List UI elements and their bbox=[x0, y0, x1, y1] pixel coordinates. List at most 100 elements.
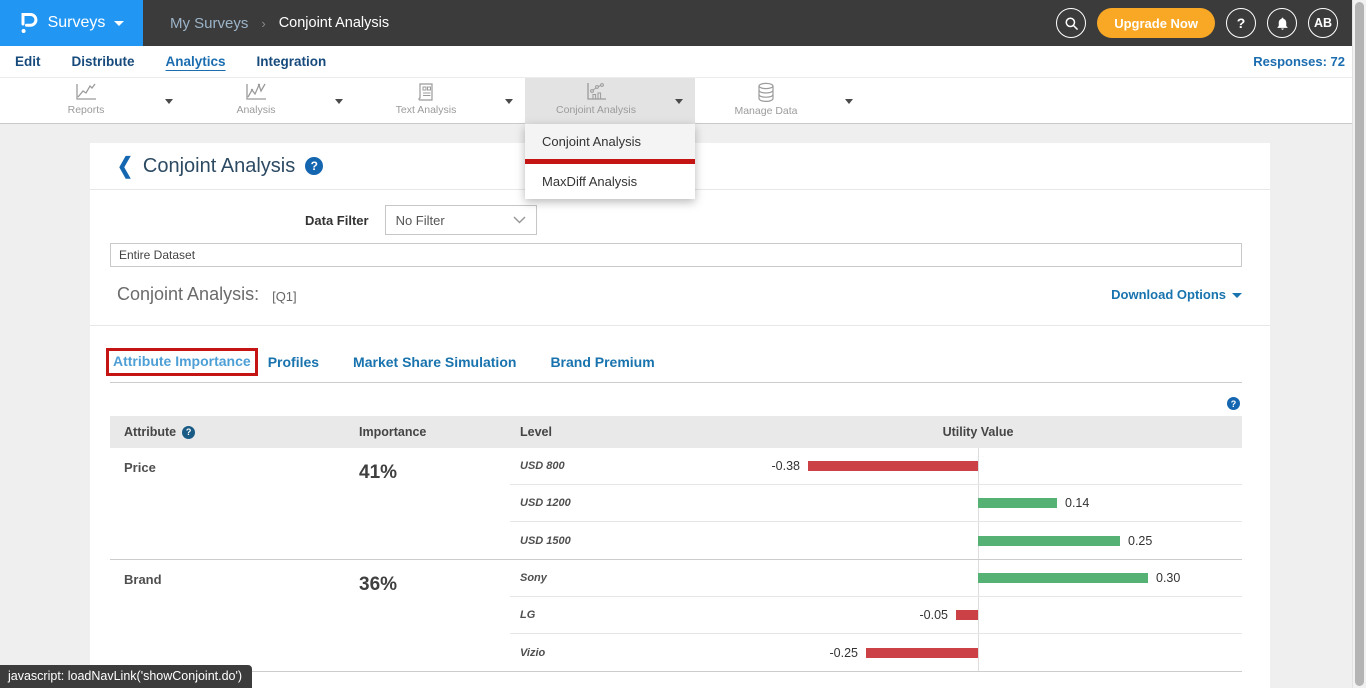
utility-bar-area: -0.38 bbox=[745, 448, 1242, 484]
utility-bar bbox=[978, 536, 1120, 546]
zero-axis-line bbox=[978, 634, 979, 671]
utility-bar-area: 0.14 bbox=[745, 485, 1242, 521]
filter-row: Data Filter No Filter bbox=[90, 205, 1270, 235]
search-button[interactable] bbox=[1056, 8, 1086, 38]
subnav-item-analytics[interactable]: Analytics bbox=[166, 54, 226, 69]
level-row-lg: LG -0.05 bbox=[510, 597, 1242, 634]
table-header: Attribute ? Importance Level Utility Val… bbox=[110, 416, 1242, 448]
tab-profiles[interactable]: Profiles bbox=[268, 354, 319, 382]
level-name: LG bbox=[510, 609, 745, 621]
caret-down-icon[interactable] bbox=[675, 99, 683, 104]
data-filter-select[interactable]: No Filter bbox=[385, 205, 537, 235]
subnav-item-integration[interactable]: Integration bbox=[257, 54, 327, 69]
utility-bar bbox=[978, 573, 1148, 583]
level-name: USD 1500 bbox=[510, 535, 745, 547]
text-analysis-icon bbox=[416, 82, 436, 102]
utility-value-label: 0.25 bbox=[1128, 534, 1152, 548]
header-utility-value: Utility Value bbox=[745, 416, 1242, 448]
toolbar-button-analysis[interactable]: Analysis bbox=[185, 78, 355, 124]
back-chevron-icon[interactable]: ❮ bbox=[117, 153, 133, 179]
importance-value: 41% bbox=[345, 448, 510, 559]
question-code: [Q1] bbox=[272, 289, 297, 304]
header-attribute: Attribute ? bbox=[110, 425, 345, 439]
section-heading-row: Conjoint Analysis: [Q1] Download Options bbox=[117, 284, 1242, 305]
section-title: Conjoint Analysis: bbox=[117, 284, 259, 305]
utility-bar bbox=[808, 461, 978, 471]
table-body: Price41%USD 800-0.38USD 12000.14USD 1500… bbox=[110, 448, 1242, 672]
vertical-scrollbar[interactable] bbox=[1352, 0, 1366, 688]
utility-bar bbox=[956, 610, 978, 620]
avatar[interactable]: AB bbox=[1308, 8, 1338, 38]
level-name: Sony bbox=[510, 572, 745, 584]
level-row-usd-1200: USD 1200 0.14 bbox=[510, 485, 1242, 522]
utility-value-label: -0.05 bbox=[920, 608, 949, 622]
importance-value: 36% bbox=[345, 560, 510, 671]
tab-market-share-simulation[interactable]: Market Share Simulation bbox=[353, 354, 516, 382]
breadcrumb-my-surveys[interactable]: My Surveys bbox=[170, 15, 248, 32]
table-group-brand: Brand36%Sony 0.30 LG -0.05 Vizio -0.25 bbox=[110, 560, 1242, 672]
chevron-down-icon bbox=[513, 216, 526, 224]
level-name: Vizio bbox=[510, 647, 745, 659]
subnav-items: Edit Distribute Analytics Integration bbox=[15, 54, 357, 69]
product-switcher[interactable]: Surveys bbox=[0, 0, 143, 46]
topbar: Surveys My Surveys › Conjoint Analysis U… bbox=[0, 0, 1366, 46]
levels-column: Sony 0.30 LG -0.05 Vizio -0.25 bbox=[510, 560, 1242, 671]
page-background: ❮ Conjoint Analysis ? Data Filter No Fil… bbox=[0, 143, 1366, 688]
subnav-item-edit[interactable]: Edit bbox=[15, 54, 41, 69]
conjoint-dropdown-menu: Conjoint Analysis MaxDiff Analysis bbox=[525, 124, 695, 199]
level-name: USD 800 bbox=[510, 460, 745, 472]
tab-attribute-importance[interactable]: Attribute Importance bbox=[113, 353, 251, 369]
caret-down-icon[interactable] bbox=[845, 99, 853, 104]
dataset-input[interactable] bbox=[110, 243, 1242, 267]
utility-bar-area: 0.30 bbox=[745, 560, 1242, 596]
analysis-chart-icon bbox=[244, 82, 268, 102]
zero-axis-line bbox=[978, 597, 979, 633]
attribute-importance-table: Attribute ? Importance Level Utility Val… bbox=[110, 416, 1242, 672]
caret-down-icon[interactable] bbox=[165, 99, 173, 104]
title-help-icon[interactable]: ? bbox=[305, 157, 323, 175]
attribute-name: Brand bbox=[110, 560, 345, 671]
header-level: Level bbox=[510, 425, 745, 439]
caret-down-icon[interactable] bbox=[505, 99, 513, 104]
brand-label: Surveys bbox=[48, 14, 106, 32]
tabs-row: Attribute Importance Profiles Market Share… bbox=[110, 326, 1242, 383]
toolbar-button-text-analysis[interactable]: Text Analysis bbox=[355, 78, 525, 124]
responses-count[interactable]: Responses: 72 bbox=[1253, 54, 1345, 69]
menu-item-conjoint-analysis[interactable]: Conjoint Analysis bbox=[525, 124, 695, 159]
download-options-button[interactable]: Download Options bbox=[1111, 287, 1242, 302]
tab-brand-premium[interactable]: Brand Premium bbox=[550, 354, 654, 382]
level-row-sony: Sony 0.30 bbox=[510, 560, 1242, 597]
notifications-button[interactable] bbox=[1267, 8, 1297, 38]
toolbar-button-reports[interactable]: Reports bbox=[15, 78, 185, 124]
conjoint-chart-icon bbox=[584, 82, 608, 102]
utility-value-label: 0.30 bbox=[1156, 571, 1180, 585]
header-importance: Importance bbox=[345, 425, 510, 439]
content-card: ❮ Conjoint Analysis ? Data Filter No Fil… bbox=[90, 143, 1270, 688]
toolbar-button-manage-data[interactable]: Manage Data bbox=[695, 78, 865, 124]
breadcrumb-separator: › bbox=[261, 16, 265, 31]
attribute-help-icon[interactable]: ? bbox=[182, 426, 195, 439]
page-title: Conjoint Analysis bbox=[143, 155, 295, 178]
help-button[interactable]: ? bbox=[1226, 8, 1256, 38]
utility-value-label: 0.14 bbox=[1065, 496, 1089, 510]
analytics-toolbar: ReportsAnalysisText AnalysisConjoint Ana… bbox=[0, 78, 1366, 124]
menu-item-maxdiff-analysis[interactable]: MaxDiff Analysis bbox=[525, 164, 695, 199]
scrollbar-thumb[interactable] bbox=[1355, 2, 1364, 686]
data-filter-value: No Filter bbox=[396, 213, 513, 228]
level-name: USD 1200 bbox=[510, 497, 745, 509]
upgrade-now-button[interactable]: Upgrade Now bbox=[1097, 8, 1215, 38]
line-chart-icon bbox=[74, 82, 98, 102]
table-help-icon[interactable]: ? bbox=[1227, 397, 1240, 410]
caret-down-icon[interactable] bbox=[335, 99, 343, 104]
utility-bar-area: 0.25 bbox=[745, 522, 1242, 559]
toolbar-button-conjoint-analysis[interactable]: Conjoint Analysis bbox=[525, 78, 695, 124]
utility-bar bbox=[866, 648, 978, 658]
topbar-actions: Upgrade Now ? AB bbox=[1056, 8, 1366, 38]
red-annotation-box: Attribute Importance bbox=[106, 348, 258, 376]
utility-value-label: -0.25 bbox=[830, 646, 859, 660]
subnav-item-distribute[interactable]: Distribute bbox=[72, 54, 135, 69]
level-row-usd-1500: USD 1500 0.25 bbox=[510, 522, 1242, 559]
questionpro-logo-icon bbox=[19, 11, 39, 35]
utility-bar bbox=[978, 498, 1057, 508]
search-icon bbox=[1064, 16, 1079, 31]
